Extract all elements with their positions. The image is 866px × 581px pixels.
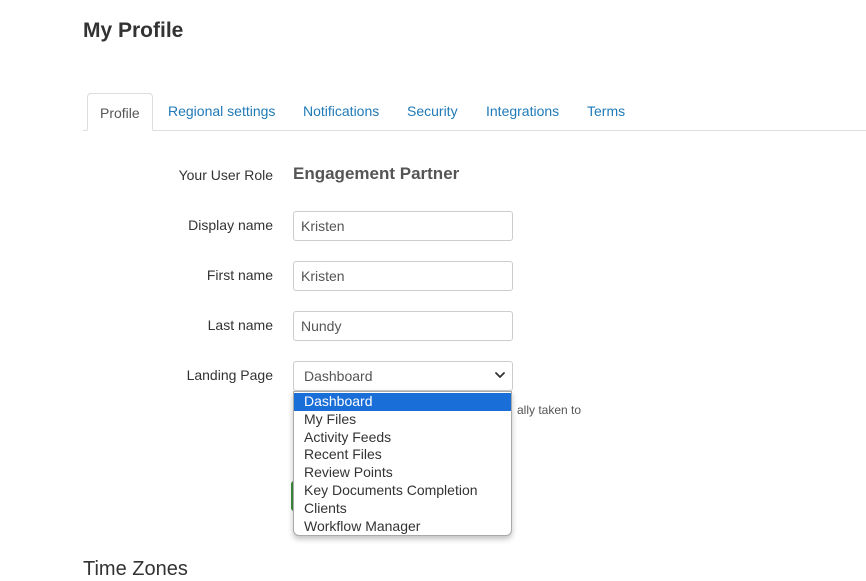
- tab-security[interactable]: Security: [407, 92, 458, 130]
- tab-notifications[interactable]: Notifications: [303, 92, 379, 130]
- chevron-down-icon: [495, 372, 505, 378]
- option-key-documents-completion[interactable]: Key Documents Completion: [294, 482, 511, 500]
- option-activity-feeds[interactable]: Activity Feeds: [294, 429, 511, 447]
- option-workflow-manager[interactable]: Workflow Manager: [294, 518, 511, 535]
- profile-tabs: Profile Regional settings Notifications …: [83, 92, 866, 131]
- page-title: My Profile: [83, 19, 184, 42]
- tab-profile[interactable]: Profile: [87, 93, 153, 131]
- option-dashboard[interactable]: Dashboard: [294, 393, 511, 411]
- user-role-label: Your User Role: [178, 167, 273, 183]
- tab-integrations[interactable]: Integrations: [486, 92, 559, 130]
- option-review-points[interactable]: Review Points: [294, 464, 511, 482]
- first-name-field[interactable]: [293, 261, 513, 291]
- last-name-label: Last name: [207, 317, 273, 333]
- option-recent-files[interactable]: Recent Files: [294, 446, 511, 464]
- time-zones-heading: Time Zones: [83, 558, 188, 580]
- landing-page-dropdown: Dashboard My Files Activity Feeds Recent…: [293, 391, 512, 536]
- option-my-files[interactable]: My Files: [294, 411, 511, 429]
- last-name-field[interactable]: [293, 311, 513, 341]
- tab-terms[interactable]: Terms: [587, 92, 625, 130]
- user-role-value: Engagement Partner: [293, 164, 460, 183]
- tab-regional-settings[interactable]: Regional settings: [168, 92, 275, 130]
- landing-page-selected-value: Dashboard: [304, 368, 373, 384]
- display-name-field[interactable]: [293, 211, 513, 241]
- display-name-label: Display name: [188, 217, 273, 233]
- option-clients[interactable]: Clients: [294, 500, 511, 518]
- landing-page-help-text: ally taken to: [517, 403, 582, 417]
- landing-page-select[interactable]: Dashboard: [293, 361, 513, 391]
- landing-page-label: Landing Page: [186, 367, 273, 383]
- first-name-label: First name: [206, 267, 273, 283]
